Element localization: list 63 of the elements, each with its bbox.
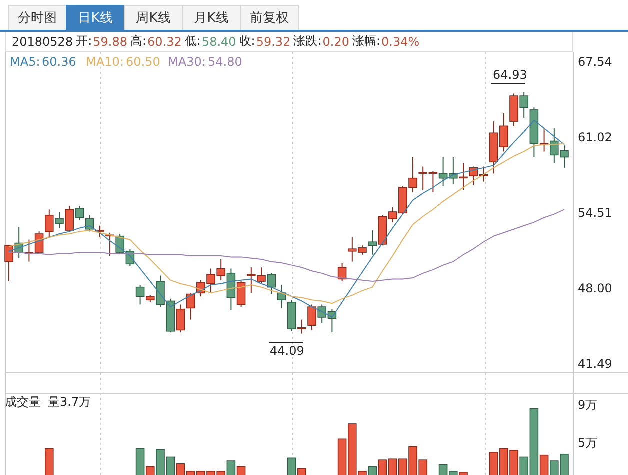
- candlestick: [14, 226, 24, 259]
- quote-label: 涨幅:: [352, 33, 381, 50]
- candlestick: [469, 166, 478, 186]
- moving-average-name: MA5:: [10, 55, 40, 69]
- candlestick: [126, 248, 135, 267]
- candlestick: [318, 304, 326, 324]
- volume-bar: [388, 458, 398, 475]
- chart-tab[interactable]: 月K线: [182, 5, 241, 30]
- price-axis-label: 48.00: [578, 282, 612, 296]
- leader-line: [268, 342, 304, 343]
- candlestick: [34, 231, 44, 254]
- volume-bar: [489, 452, 498, 475]
- price-axis-label: 41.49: [578, 356, 612, 371]
- volume-bar: [338, 438, 347, 475]
- candlestick: [277, 284, 286, 309]
- volume-reading: 量3.7万: [48, 395, 92, 409]
- candlestick: [166, 298, 175, 334]
- volume-axis-label: 9万: [578, 398, 598, 412]
- quote-value: 60.32: [148, 34, 182, 48]
- candlestick: [428, 170, 438, 193]
- volume-bar: [510, 450, 518, 475]
- moving-average-value: 60.50: [126, 55, 160, 69]
- price-axis-label: 67.54: [578, 54, 612, 69]
- candlestick: [338, 262, 347, 282]
- chart-tab[interactable]: 前复权: [240, 5, 299, 30]
- volume-title: 成交量: [5, 395, 41, 409]
- candlestick: [510, 93, 518, 127]
- quote-label: 涨跌:: [294, 33, 322, 50]
- high-price-label: 64.93: [493, 68, 528, 82]
- price-axis-label: 61.02: [578, 130, 612, 145]
- volume-bar: [500, 448, 508, 475]
- moving-average-name: MA30:: [168, 55, 206, 69]
- quote-value: 0.20: [322, 34, 350, 48]
- volume-bar: [45, 448, 54, 475]
- moving-average-name: MA10:: [86, 55, 124, 69]
- volume-axis-label: 5万: [578, 436, 598, 450]
- candlestick: [328, 308, 337, 334]
- quote-date: 20180528: [12, 34, 74, 48]
- candlestick: [4, 245, 14, 282]
- quote-label: 收:: [239, 33, 256, 50]
- candlestick: [24, 239, 34, 262]
- moving-average-value: 54.80: [208, 55, 242, 69]
- candlestick: [500, 112, 508, 152]
- candlestick: [267, 272, 276, 295]
- chart-tab[interactable]: 周K线: [124, 5, 183, 30]
- candlestick: [459, 162, 468, 190]
- quote-value: 59.88: [93, 34, 128, 48]
- price-axis-label: 54.51: [578, 206, 612, 220]
- candlestick: [85, 214, 94, 232]
- quote-label: 开:: [76, 33, 92, 50]
- candlestick: [449, 157, 458, 185]
- candlestick: [176, 304, 186, 334]
- quote-value: 58.40: [202, 34, 236, 48]
- quote-label: 低:: [184, 33, 201, 50]
- chart-tab[interactable]: 分时图: [8, 5, 67, 30]
- quote-value: 59.32: [256, 34, 291, 48]
- leader-line: [490, 83, 526, 84]
- chart-tab[interactable]: 日K线: [66, 5, 125, 30]
- candlestick: [438, 157, 448, 187]
- quote-label: 高:: [130, 33, 147, 50]
- low-price-label: 44.09: [270, 344, 304, 358]
- quote-value: 0.34%: [382, 34, 420, 48]
- moving-average-value: 60.36: [42, 55, 76, 69]
